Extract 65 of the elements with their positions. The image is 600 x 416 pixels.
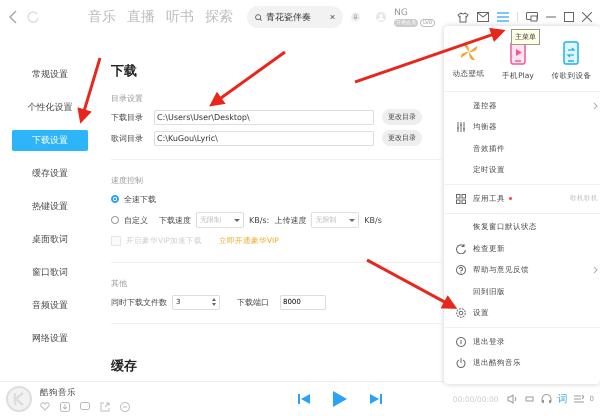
update-icon — [456, 244, 466, 254]
unit-label: KB/s: — [249, 216, 270, 224]
logo-icon — [6, 386, 32, 412]
sidebar-item[interactable]: 缓存设置 — [12, 163, 88, 184]
search-icon — [255, 12, 262, 22]
more-icon[interactable] — [120, 402, 130, 412]
group-heading: 速度控制 — [111, 175, 143, 186]
notification-dot — [509, 197, 512, 200]
section-title: 缓存 — [111, 358, 137, 375]
radio-button[interactable] — [111, 216, 119, 224]
user-name: NG — [394, 8, 409, 18]
heart-icon[interactable] — [40, 402, 50, 410]
radio-button[interactable] — [111, 195, 119, 203]
field-label: 下载目录 — [111, 112, 144, 122]
field-label: 下载速度 — [159, 214, 191, 226]
help-icon — [456, 265, 466, 276]
logout-icon — [456, 336, 466, 347]
close-icon[interactable] — [582, 12, 592, 22]
shirt-icon[interactable] — [457, 12, 469, 22]
volume-icon[interactable] — [506, 394, 518, 404]
headphones-icon[interactable] — [540, 394, 552, 404]
mail-icon[interactable] — [477, 12, 489, 22]
grid-icon — [456, 194, 466, 204]
menu-icon[interactable] — [497, 12, 509, 22]
sidebar-item[interactable]: 桌面歌词 — [12, 229, 88, 250]
playlist-icon[interactable] — [574, 394, 584, 404]
equalizer-icon — [456, 122, 466, 132]
field-label: 同时下载文件数 — [111, 296, 167, 308]
power-icon — [456, 358, 466, 368]
group-heading: 其他 — [111, 278, 127, 289]
sidebar-item[interactable]: 音频设置 — [12, 295, 88, 316]
spinner-icon[interactable] — [212, 298, 216, 306]
share-icon[interactable] — [100, 402, 110, 412]
maximize-icon[interactable] — [564, 12, 574, 22]
path-field[interactable]: C:\KuGou\Lyric\ — [154, 130, 374, 146]
back-icon[interactable] — [8, 10, 18, 24]
field-label: 下载端口 — [237, 296, 270, 308]
field-label: 歌词目录 — [111, 132, 144, 144]
sidebar-item[interactable]: 常规设置 — [12, 64, 88, 85]
radio-label: 全速下载 — [124, 194, 156, 204]
song-title: 酷狗音乐 — [40, 386, 77, 398]
chevron-icon — [593, 266, 598, 274]
close-icon[interactable] — [330, 13, 335, 21]
next-icon[interactable] — [370, 393, 382, 405]
phone-transfer-icon[interactable] — [563, 41, 580, 65]
path-field[interactable]: C:\Users\User\Desktop\ — [154, 110, 374, 124]
unit-label: KB/s — [364, 216, 382, 224]
chevron-icon — [593, 102, 598, 110]
sidebar-item[interactable]: 窗口歌词 — [12, 262, 88, 283]
group-heading: 目录设置 — [111, 93, 143, 104]
settings-icon — [456, 308, 466, 318]
section-title: 下载 — [111, 63, 137, 80]
download-icon[interactable] — [60, 402, 70, 412]
sidebar-item[interactable]: 个性化设置 — [12, 97, 88, 118]
comment-icon[interactable] — [80, 402, 90, 412]
search-input[interactable]: 青花瓷伴奏 — [266, 12, 326, 22]
play-icon[interactable] — [332, 390, 348, 408]
previous-icon[interactable] — [298, 393, 310, 405]
annotation-arrow — [77, 58, 102, 124]
sidebar-item[interactable]: 网络设置 — [12, 328, 88, 349]
search-field[interactable]: 青花瓷伴奏 — [247, 6, 343, 28]
field-label: 上传速度 — [274, 214, 306, 226]
mini-player-icon[interactable] — [526, 12, 538, 22]
sidebar-item[interactable]: 热键设置 — [12, 196, 88, 217]
radio-label: 自定义 — [124, 214, 148, 226]
